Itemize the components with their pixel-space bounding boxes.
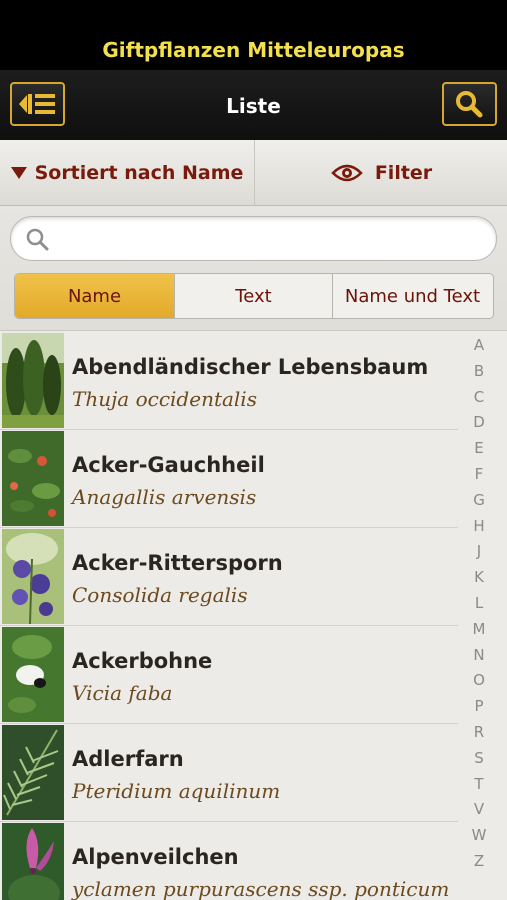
plant-name: Acker-Rittersporn [72,551,283,575]
plant-thumbnail [2,627,64,722]
list-item[interactable]: Acker-Rittersporn Consolida regalis [0,528,458,626]
index-letter-a[interactable]: A [462,336,496,354]
segment-text[interactable]: Text [175,274,333,318]
plant-latin-name: Pteridium aquilinum [72,779,281,803]
list-item[interactable]: Ackerbohne Vicia faba [0,626,458,724]
sort-button[interactable]: Sortiert nach Name [0,140,255,206]
search-scope-control: Name Text Name und Text [14,273,494,319]
plant-latin-name: Consolida regalis [72,583,248,607]
plant-latin-name: yclamen purpurascens ssp. ponticum [72,877,450,900]
plant-thumbnail [2,333,64,428]
filter-label: Filter [374,162,433,184]
plant-thumbnail [2,725,64,820]
index-letter-c[interactable]: C [462,388,496,406]
index-letter-n[interactable]: N [462,646,496,664]
alphabet-index[interactable]: ABCDEFGHJKLMNOPRSTVWZ [462,336,500,891]
plant-latin-name: Thuja occidentalis [72,387,257,411]
list-item[interactable]: Abendländischer Lebensbaum Thuja occident… [0,332,458,430]
index-letter-z[interactable]: Z [462,852,496,870]
navigation-bar: Liste [0,70,507,140]
magnifier-icon [26,228,49,251]
sort-filter-bar: Sortiert nach Name Filter [0,140,507,206]
search-input[interactable] [59,225,479,253]
index-letter-o[interactable]: O [462,671,496,689]
index-letter-g[interactable]: G [462,491,496,509]
segment-name[interactable]: Name [15,274,175,318]
filter-button[interactable]: Filter [256,140,507,206]
index-letter-w[interactable]: W [462,826,496,844]
index-letter-k[interactable]: K [462,568,496,586]
plant-list[interactable]: Abendländischer Lebensbaum Thuja occident… [0,332,507,900]
index-letter-s[interactable]: S [462,749,496,767]
plant-name: Acker-Gauchheil [72,453,265,477]
list-item[interactable]: Alpenveilchen yclamen purpurascens ssp. p… [0,822,458,900]
eye-icon [331,164,363,182]
index-letter-m[interactable]: M [462,620,496,638]
page-title: Liste [226,94,281,118]
index-letter-d[interactable]: D [462,413,496,431]
index-letter-f[interactable]: F [462,465,496,483]
search-button[interactable] [442,82,497,126]
segment-name-und-text[interactable]: Name und Text [333,274,492,318]
index-letter-b[interactable]: B [462,362,496,380]
plant-name: Alpenveilchen [72,845,239,869]
plant-name: Ackerbohne [72,649,213,673]
plant-latin-name: Vicia faba [72,681,173,705]
plant-thumbnail [2,529,64,624]
index-letter-v[interactable]: V [462,800,496,818]
plant-latin-name: Anagallis arvensis [72,485,257,509]
plant-name: Adlerfarn [72,747,184,771]
list-item[interactable]: Acker-Gauchheil Anagallis arvensis [0,430,458,528]
index-letter-e[interactable]: E [462,439,496,457]
list-item[interactable]: Adlerfarn Pteridium aquilinum [0,724,458,822]
index-letter-h[interactable]: H [462,517,496,535]
index-letter-t[interactable]: T [462,775,496,793]
app-title: Giftpflanzen Mitteleuropas [102,38,405,62]
search-icon [456,91,483,118]
index-letter-j[interactable]: J [462,542,496,560]
app-title-bar: Giftpflanzen Mitteleuropas [0,0,507,70]
plant-thumbnail [2,431,64,526]
index-letter-p[interactable]: P [462,697,496,715]
index-letter-r[interactable]: R [462,723,496,741]
search-field[interactable] [10,216,497,261]
triangle-down-icon [10,167,27,179]
index-letter-l[interactable]: L [462,594,496,612]
search-area: Name Text Name und Text [0,206,507,331]
plant-name: Abendländischer Lebensbaum [72,355,429,379]
sort-label: Sortiert nach Name [34,162,244,184]
plant-thumbnail [2,823,64,900]
